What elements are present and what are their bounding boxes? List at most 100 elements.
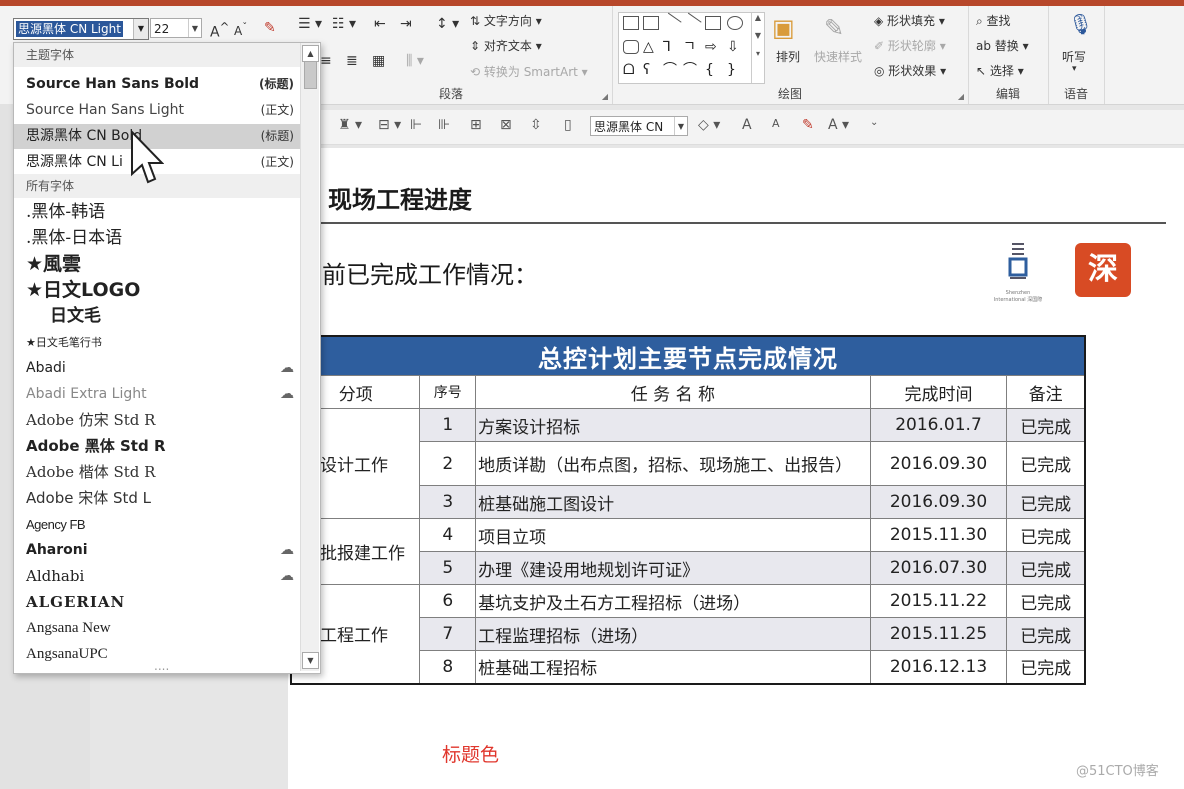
overflow-icon[interactable]: ⌄ [870,117,878,128]
scroll-thumb[interactable] [304,61,317,89]
select-button[interactable]: ↖ 选择 ▾ [976,62,1024,79]
font-dropdown-list[interactable]: 主题字体 Source Han Sans Bold (标题) Source Ha… [13,42,321,674]
triangle-shape-icon[interactable]: △ [643,40,659,54]
fill-icon[interactable]: ◇ ▾ [698,117,720,133]
columns-icon[interactable]: ⫼ ▾ [406,53,424,69]
dropdown-scrollbar[interactable]: ▲ ▼ [300,43,319,671]
page-icon[interactable]: ▯ [564,117,572,133]
table-row[interactable]: 设计工作 1 方案设计招标 2016.01.7 已完成 [290,408,1086,519]
clear-format-icon[interactable]: ✎ [264,20,276,36]
bullets-icon[interactable]: ☰ ▾ [298,16,322,32]
font-item[interactable]: 日文毛 [14,304,300,329]
font-item[interactable]: ★日文毛笔行书 [14,330,300,355]
text-direction-button[interactable]: ⇅ 文字方向 ▾ [470,12,542,29]
table-row[interactable]: 批报建工作 4 项目立项 2015.11.30 已完成 [290,518,1086,585]
dialog-launcher-icon[interactable]: ◢ [958,92,964,101]
brace-right-shape-icon[interactable]: } [727,63,743,77]
vertical-textbox-shape-icon[interactable] [643,16,659,30]
connector-shape-icon[interactable]: ㄱ [683,40,699,54]
font-item[interactable]: Source Han Sans Light (正文) [14,98,300,123]
font-item[interactable]: Adobe 黑体 Std R [14,434,300,459]
oval-shape-icon[interactable] [727,16,743,30]
chevron-down-icon[interactable]: ▾ [1072,64,1077,74]
scribble-shape-icon[interactable]: ʕ [643,63,659,77]
shape-icon[interactable]: ♜ ▾ [338,117,362,133]
font-item[interactable]: Adobe 仿宋 Std R [14,408,300,433]
distribute-icon[interactable]: ▦ [372,53,385,69]
textbox-shape-icon[interactable] [623,16,639,30]
font-name-combo[interactable]: 思源黑体 CN Light ▼ [13,18,149,40]
font-item[interactable]: ALGERIAN [14,590,300,615]
replace-button[interactable]: ab 替换 ▾ [976,37,1029,54]
send-backward-icon[interactable]: ⊪ [438,117,450,133]
scroll-down-icon[interactable]: ▼ [302,652,319,669]
font-item[interactable]: .黑体-日本语 [14,226,300,251]
font-item[interactable]: Abadi Extra Light ☁ [14,382,300,407]
down-arrow-shape-icon[interactable]: ⇩ [727,40,743,54]
font-item[interactable]: .黑体-韩语 [14,200,300,225]
arrange-icon[interactable]: ▣ [772,14,795,42]
align-justify-icon[interactable]: ≣ [346,53,358,69]
find-button[interactable]: ⌕ 查找 [976,12,1011,29]
arrange-button[interactable]: 排列 [776,48,800,65]
shrink-font-icon[interactable]: Aˇ [234,22,247,38]
quick-styles-button[interactable]: 快速样式 [814,48,862,65]
font-name-value[interactable]: 思源黑体 CN Light [16,21,123,37]
font-item[interactable]: Aldhabi ☁ [14,564,300,589]
font-item[interactable]: ★風雲 [14,252,300,277]
numbering-icon[interactable]: ☷ ▾ [332,16,356,32]
right-arrow-shape-icon[interactable]: ⇨ [705,40,721,54]
decrease-indent-icon[interactable]: ⇤ [374,16,386,32]
line-spacing-icon[interactable]: ↕ ▾ [436,16,459,32]
progress-table[interactable]: 总控计划主要节点完成情况 分项 序号 任 务 名 称 完成时间 备注 设计工作 … [290,335,1086,685]
font-item[interactable]: Source Han Sans Bold (标题) [14,72,300,97]
grow-font-icon[interactable]: A^ [210,20,229,41]
dictate-button[interactable]: 听写 [1062,48,1086,65]
arc-shape-icon[interactable]: ⌒ [683,63,699,77]
shape-effects-button[interactable]: ◎ 形状效果 ▾ [874,62,946,79]
rounded-rect-shape-icon[interactable] [623,40,639,54]
group-icon[interactable]: ⊞ [470,117,482,133]
increase-indent-icon[interactable]: ⇥ [400,16,412,32]
align-text-button[interactable]: ⇕ 对齐文本 ▾ [470,37,542,54]
font-item[interactable]: Aharoni ☁ [14,538,300,563]
grow-font-icon[interactable]: A [742,117,752,133]
clear-format-icon[interactable]: ✎ [802,117,814,133]
line-shape-icon[interactable] [660,12,682,34]
size-icon[interactable]: ⇳ [530,117,542,133]
freeform-shape-icon[interactable]: ᗝ [623,63,639,77]
convert-smartart-button[interactable]: ⟲ 转换为 SmartArt ▾ [470,63,588,80]
shape-outline-button[interactable]: ✐ 形状轮廓 ▾ [874,37,946,54]
elbow-shape-icon[interactable]: ⅂ [663,40,679,54]
arrow-line-shape-icon[interactable] [680,12,702,34]
scroll-up-icon[interactable]: ▲ [302,45,319,62]
font-item[interactable]: Abadi ☁ [14,356,300,381]
gallery-scroll[interactable]: ▲ ▼ ▾ [751,13,764,83]
table-row[interactable]: 工程工作 6 基坑支护及土石方工程招标（进场） 2015.11.22 已完成 [290,584,1086,684]
font-item[interactable]: Adobe 楷体 Std R [14,460,300,485]
chevron-down-icon[interactable]: ▼ [674,117,687,135]
shape-fill-button[interactable]: ◈ 形状填充 ▾ [874,12,945,29]
quick-styles-icon[interactable]: ✎ [824,14,844,42]
mini-font-combo[interactable]: 思源黑体 CN ▼ [590,116,688,136]
font-item[interactable]: Angsana New [14,616,300,641]
slide-title[interactable]: 现场工程进度 [328,180,472,215]
font-size-combo[interactable]: 22 ▼ [150,18,202,38]
shrink-font-icon[interactable]: A [772,117,780,130]
microphone-icon[interactable]: 🎙 [1068,12,1093,36]
align-icon[interactable]: ⊟ ▾ [378,117,401,133]
shapes-gallery[interactable]: △ ⅂ ㄱ ⇨ ⇩ ᗝ ʕ ⌒ ⌒ { } ▲ ▼ ▾ [618,12,765,84]
font-color-icon[interactable]: A ▾ [828,117,849,133]
bring-forward-icon[interactable]: ⊩ [410,117,422,133]
caption-text[interactable]: 标题色 [442,740,499,767]
rectangle-shape-icon[interactable] [705,16,721,30]
curve-shape-icon[interactable]: ⌒ [663,63,679,77]
brace-left-shape-icon[interactable]: { [705,63,721,77]
font-item[interactable]: Adobe 宋体 Std L [14,486,300,511]
chevron-down-icon[interactable]: ▼ [188,19,201,37]
font-item[interactable]: ★日文LOGO [14,278,300,303]
chevron-down-icon[interactable]: ▼ [133,19,148,39]
slide-subtitle[interactable]: 前已完成工作情况： [322,255,538,290]
distribute-icon[interactable]: ⊠ [500,117,512,133]
dialog-launcher-icon[interactable]: ◢ [602,92,608,101]
